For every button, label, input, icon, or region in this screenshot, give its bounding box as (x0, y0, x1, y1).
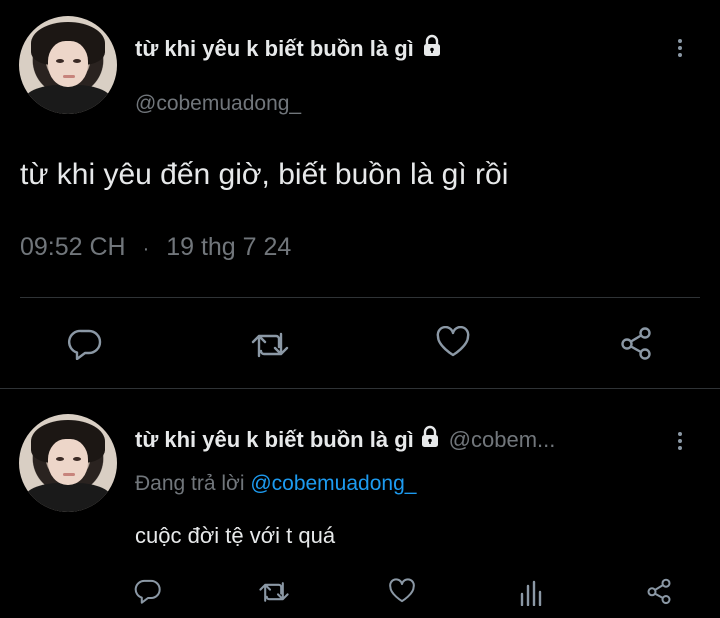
share-icon[interactable] (645, 577, 673, 605)
reply-handle[interactable]: @cobem... (449, 427, 556, 452)
reply-text: cuộc đời tệ với t quá (135, 523, 336, 548)
retweet-icon[interactable] (250, 330, 290, 360)
meta-separator: · (142, 238, 150, 260)
tweet-date[interactable]: 19 thg 7 24 (166, 233, 291, 261)
reply-avatar[interactable] (19, 414, 117, 512)
replying-prefix: Đang trả lời (135, 472, 245, 495)
lock-icon (420, 34, 444, 64)
tweet-meta: 09:52 CH · 19 thg 7 24 (20, 233, 291, 262)
reply-icon[interactable] (67, 328, 103, 360)
display-name[interactable]: từ khi yêu k biết buồn là gì (135, 34, 444, 64)
tweet-time[interactable]: 09:52 CH (20, 233, 126, 261)
like-icon[interactable] (435, 326, 471, 358)
more-icon[interactable] (677, 36, 683, 60)
more-icon[interactable] (677, 429, 683, 453)
retweet-icon[interactable] (258, 580, 290, 604)
like-icon[interactable] (388, 578, 416, 604)
avatar[interactable] (19, 16, 117, 114)
analytics-icon[interactable] (518, 580, 546, 606)
tweet-text: từ khi yêu đến giờ, biết buồn là gì rồi (20, 158, 509, 191)
display-name-text: từ khi yêu k biết buồn là gì (135, 36, 414, 61)
share-icon[interactable] (618, 325, 654, 361)
lock-icon (418, 425, 442, 454)
reply-icon[interactable] (134, 578, 162, 604)
replying-to: Đang trả lời @cobemuadong_ (135, 472, 416, 496)
divider (0, 388, 720, 389)
divider (20, 297, 700, 298)
reply-header: từ khi yêu k biết buồn là gì @cobem... (135, 425, 555, 454)
handle[interactable]: @cobemuadong_ (135, 92, 301, 116)
replying-to-link[interactable]: @cobemuadong_ (250, 472, 416, 495)
reply-display-name[interactable]: từ khi yêu k biết buồn là gì (135, 427, 414, 452)
